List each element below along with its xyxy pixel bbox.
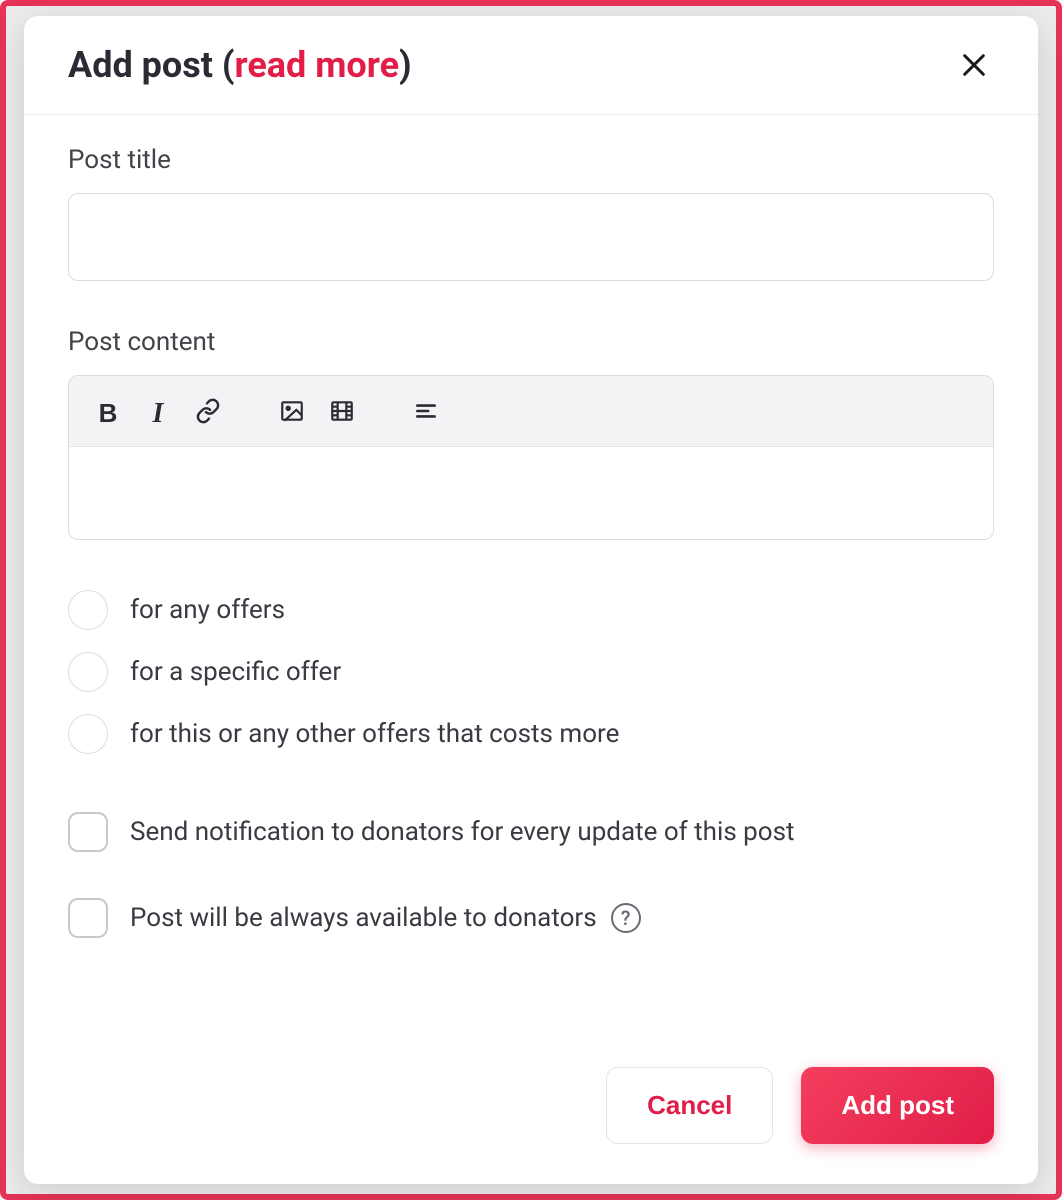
read-more-link[interactable]: read more (234, 44, 399, 86)
bold-icon: B (95, 398, 121, 424)
radio-row-any-offers: for any offers (68, 590, 994, 630)
checkbox-group: Send notification to donators for every … (68, 812, 994, 938)
check-row-notify: Send notification to donators for every … (68, 812, 994, 852)
close-icon (960, 51, 988, 79)
post-title-input[interactable] (68, 193, 994, 281)
video-button[interactable] (321, 390, 363, 432)
link-button[interactable] (187, 390, 229, 432)
modal-header: Add post (read more) (24, 16, 1038, 115)
post-title-label: Post title (68, 145, 994, 175)
image-button[interactable] (271, 390, 313, 432)
link-icon (195, 398, 221, 424)
radio-any-offers-label[interactable]: for any offers (130, 595, 285, 625)
radio-any-offers[interactable] (68, 590, 108, 630)
close-button[interactable] (954, 45, 994, 85)
title-paren-close: ) (399, 44, 412, 86)
radio-specific-offer-label[interactable]: for a specific offer (130, 657, 341, 687)
check-row-always-available: Post will be always available to donator… (68, 898, 994, 938)
image-icon (279, 398, 305, 424)
title-paren-open: ( (222, 44, 235, 86)
add-post-button[interactable]: Add post (801, 1067, 994, 1144)
align-button[interactable] (405, 390, 447, 432)
post-content-editor[interactable] (69, 447, 993, 539)
italic-icon: I (145, 398, 171, 424)
checkbox-notify[interactable] (68, 812, 108, 852)
checkbox-always-available[interactable] (68, 898, 108, 938)
radio-more-expensive[interactable] (68, 714, 108, 754)
video-icon (329, 398, 355, 424)
checkbox-always-available-label[interactable]: Post will be always available to donator… (130, 903, 641, 933)
checkbox-notify-label[interactable]: Send notification to donators for every … (130, 817, 795, 847)
cancel-button[interactable]: Cancel (606, 1067, 773, 1144)
radio-row-specific-offer: for a specific offer (68, 652, 994, 692)
bold-button[interactable]: B (87, 390, 129, 432)
italic-button[interactable]: I (137, 390, 179, 432)
title-prefix: Add post (68, 44, 222, 86)
radio-row-more-expensive: for this or any other offers that costs … (68, 714, 994, 754)
add-post-modal: Add post (read more) Post title Post con… (24, 16, 1038, 1184)
checkbox-always-text: Post will be always available to donator… (130, 903, 597, 933)
editor-container: B I (68, 375, 994, 540)
offer-scope-radio-group: for any offers for a specific offer for … (68, 590, 994, 754)
radio-more-expensive-label[interactable]: for this or any other offers that costs … (130, 719, 619, 749)
modal-footer: Cancel Add post (24, 1043, 1038, 1184)
post-content-label: Post content (68, 327, 994, 357)
modal-overlay: Add post (read more) Post title Post con… (0, 0, 1062, 1200)
align-icon (413, 398, 439, 424)
help-icon[interactable]: ? (611, 903, 641, 933)
editor-toolbar: B I (69, 376, 993, 447)
modal-title: Add post (read more) (68, 44, 412, 86)
radio-specific-offer[interactable] (68, 652, 108, 692)
modal-body: Post title Post content B I (24, 115, 1038, 1043)
